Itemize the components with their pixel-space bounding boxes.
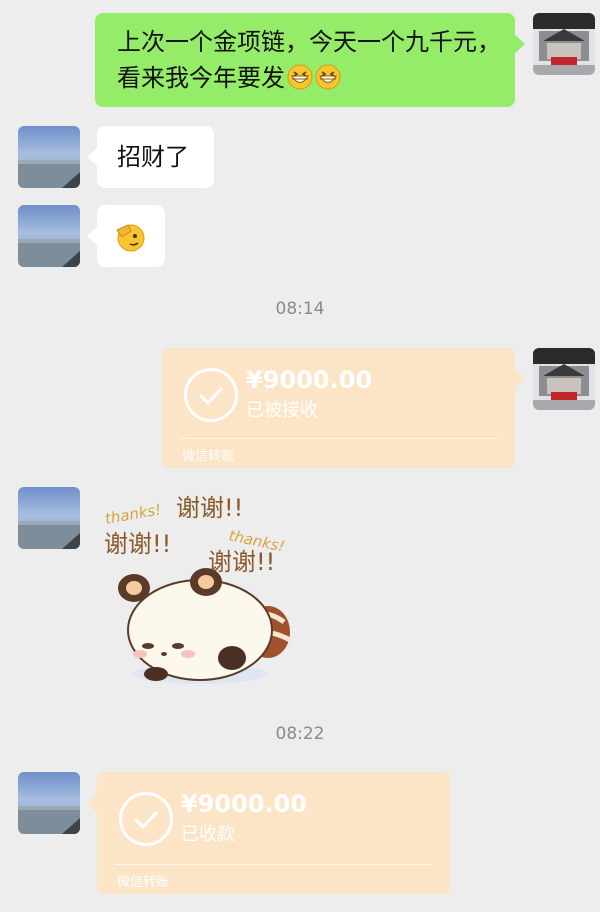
transfer-footer: 微信转账 [117,875,170,890]
sticker-text: 谢谢!! [176,494,243,522]
transfer-card[interactable]: ¥9000.00 已被接收 微信转账 [162,348,525,468]
other-avatar[interactable] [18,126,80,188]
other-avatar[interactable] [18,487,80,549]
divider [180,438,497,439]
message-text: 上次一个金项链，今天一个九千元，看来我今年要发 [117,28,501,92]
message-text: 招财了 [117,143,189,171]
grin-emoji-icon [315,64,341,90]
sticker-text: 谢谢!! [104,530,171,558]
transfer-card[interactable]: ¥9000.00 已收款 微信转账 [87,772,450,894]
timestamp: 08:14 [275,299,325,319]
check-icon [119,792,173,846]
sticker-text: thanks! [104,500,163,528]
sticker-text: 谢谢!! [208,548,275,576]
chat-bubble-other[interactable]: 招财了 [87,126,214,188]
transfer-footer: 微信转账 [182,449,235,464]
panda-sticker-image: thanks! 谢谢!! 谢谢!! thanks! 谢谢!! [104,494,292,684]
self-avatar[interactable] [533,13,595,75]
salute-emoji-icon [114,221,146,263]
transfer-amount: ¥9000.00 [246,366,373,394]
grin-emoji-icon [287,64,313,90]
thanks-sticker[interactable]: thanks! 谢谢!! 谢谢!! thanks! 谢谢!! [100,490,300,690]
chat-bubble-other[interactable] [87,205,165,267]
other-avatar[interactable] [18,772,80,834]
transfer-amount: ¥9000.00 [181,790,308,818]
check-icon [184,368,238,422]
divider [115,864,432,865]
other-avatar[interactable] [18,205,80,267]
chat-bubble-self[interactable]: 上次一个金项链，今天一个九千元，看来我今年要发 [95,13,525,107]
timestamp: 08:22 [275,724,325,744]
transfer-status: 已被接收 [246,400,318,421]
self-avatar[interactable] [533,348,595,410]
transfer-status: 已收款 [181,824,235,845]
